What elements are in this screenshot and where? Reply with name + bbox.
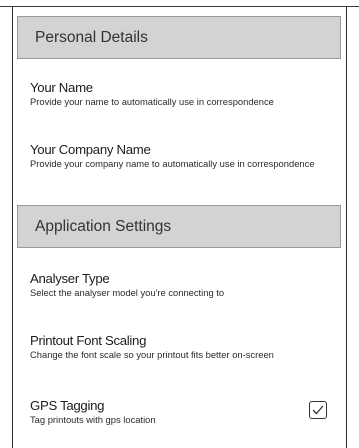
gps-tagging-checkbox[interactable] — [309, 401, 327, 419]
setting-your-name[interactable]: Your Name Provide your name to automatic… — [30, 80, 330, 108]
section-header-label: Application Settings — [35, 217, 172, 235]
setting-title: Your Name — [30, 80, 93, 95]
setting-description: Change the font scale so your printout f… — [30, 349, 274, 360]
setting-analyser-type[interactable]: Analyser Type Select the analyser model … — [30, 271, 330, 299]
setting-printout-font-scaling[interactable]: Printout Font Scaling Change the font sc… — [30, 333, 330, 361]
setting-title: GPS Tagging — [30, 398, 105, 413]
setting-title: Printout Font Scaling — [30, 333, 147, 348]
section-header-personal-details: Personal Details — [17, 16, 341, 59]
setting-description: Provide your name to automatically use i… — [30, 96, 274, 107]
section-header-label: Personal Details — [35, 28, 148, 46]
setting-description: Tag printouts with gps location — [30, 414, 156, 425]
setting-description: Provide your company name to automatical… — [30, 158, 315, 169]
section-header-application-settings: Application Settings — [17, 205, 341, 248]
setting-gps-tagging[interactable]: GPS Tagging Tag printouts with gps locat… — [30, 398, 290, 426]
checkmark-icon — [312, 405, 324, 415]
setting-title: Your Company Name — [30, 142, 151, 157]
setting-description: Select the analyser model you're connect… — [30, 287, 225, 298]
setting-your-company-name[interactable]: Your Company Name Provide your company n… — [30, 142, 330, 170]
setting-title: Analyser Type — [30, 271, 110, 286]
